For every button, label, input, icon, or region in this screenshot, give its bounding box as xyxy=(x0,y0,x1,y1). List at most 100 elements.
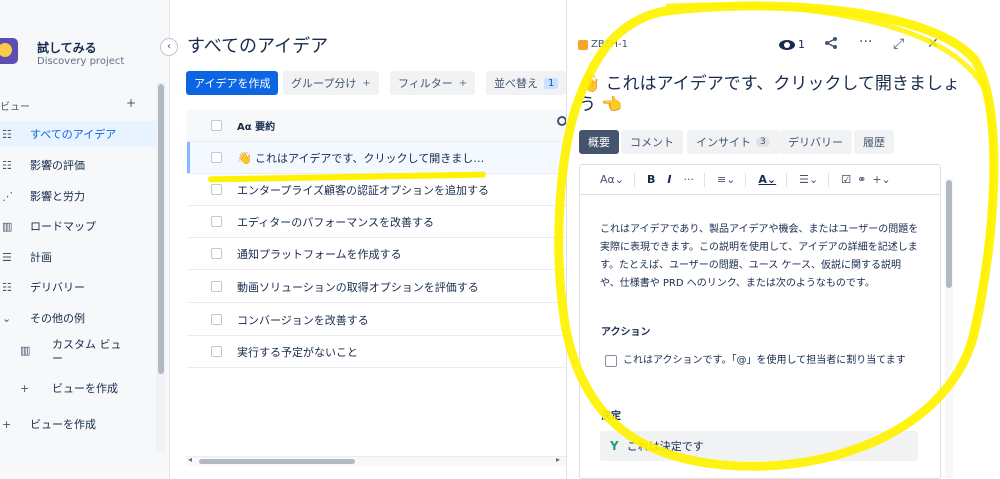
select-all-checkbox[interactable] xyxy=(211,120,222,131)
project-type: Discovery project xyxy=(37,56,125,67)
scroll-left-arrow-icon[interactable]: ◂ xyxy=(188,455,192,464)
sidebar-item-label: カスタム ビュ ー xyxy=(52,338,122,365)
row-checkbox[interactable] xyxy=(211,152,222,163)
row-summary[interactable]: 動画ソリューションの取得オプションを評価する xyxy=(237,279,479,295)
views-section-label: ビュー xyxy=(0,102,30,113)
description-text[interactable]: これはアイデアであり、製品アイデアや機会、またはユーザーの問題を実際に表現できま… xyxy=(600,221,920,293)
action-item-text[interactable]: これはアクションです。「@」を使用して担当者に割り当てます xyxy=(623,352,923,370)
table-row[interactable]: 動画ソリューションの取得オプションを評価する xyxy=(187,271,566,303)
sidebar-item-delivery[interactable]: ☷ デリバリー xyxy=(0,274,156,300)
sidebar-item-label: ビューを作成 xyxy=(52,382,118,395)
row-summary[interactable]: 通知プラットフォームを作成する xyxy=(237,246,402,262)
sidebar-item-label: 影響の評価 xyxy=(30,159,85,172)
action-checkbox[interactable] xyxy=(605,355,617,367)
list-icon: ☷ xyxy=(2,158,12,172)
sidebar-item-impact[interactable]: ☷ 影響の評価 xyxy=(0,152,156,178)
create-idea-button[interactable]: アイデアを作成 xyxy=(186,71,279,95)
idea-type-icon xyxy=(578,39,588,50)
sidebar-item-create-view-nested[interactable]: + ビューを作成 xyxy=(18,375,154,401)
scroll-right-arrow-icon[interactable]: ▸ xyxy=(556,455,560,464)
tab-label: 概要 xyxy=(588,136,610,149)
add-view-button[interactable]: + xyxy=(126,96,136,110)
sidebar-item-all-ideas[interactable]: ☷ すべてのアイデア xyxy=(0,121,156,147)
tab-overview[interactable]: 概要 xyxy=(579,130,619,154)
italic-button[interactable]: I xyxy=(667,173,671,186)
description-editor[interactable]: Aα⌄ B I ··· ≡⌄ A⌄ ☰⌄ ☑ ⚭ +⌄ これはアイデアであり、製… xyxy=(579,164,941,479)
list-dropdown[interactable]: ☰⌄ xyxy=(799,173,818,186)
plus-icon: + xyxy=(458,77,468,89)
action-item-icon[interactable]: ☑ xyxy=(841,173,851,186)
bold-button[interactable]: B xyxy=(647,173,655,186)
collapse-sidebar-button[interactable]: ‹ xyxy=(160,38,178,56)
table-scrollbar-thumb[interactable] xyxy=(199,459,355,464)
expand-icon[interactable]: ⤢ xyxy=(893,36,904,52)
more-formatting-button[interactable]: ··· xyxy=(683,173,694,186)
plus-icon: + xyxy=(20,381,30,395)
button-label: 並べ替え xyxy=(494,77,538,90)
sidebar-item-roadmap[interactable]: ▥ ロードマップ xyxy=(0,213,156,239)
sidebar-item-other-examples[interactable]: ⌄ その他の例 xyxy=(0,305,156,331)
project-name[interactable]: 試してみる xyxy=(37,39,97,56)
insert-dropdown[interactable]: +⌄ xyxy=(872,173,890,186)
row-checkbox[interactable] xyxy=(211,216,222,227)
text-color-dropdown[interactable]: A⌄ xyxy=(758,173,776,186)
tab-label: インサイト xyxy=(696,136,751,149)
row-summary[interactable]: コンバージョンを改善する xyxy=(237,312,369,328)
sidebar-item-label: デリバリー xyxy=(30,281,85,294)
idea-title[interactable]: 👋 これはアイデアです、クリックして開きましょう 👈 xyxy=(579,74,969,116)
table-row[interactable]: 通知プラットフォームを作成する xyxy=(187,238,566,270)
tab-delivery[interactable]: デリバリー xyxy=(779,130,852,154)
table-row[interactable]: コンバージョンを改善する xyxy=(187,304,566,336)
sidebar-item-plan[interactable]: ☰ 計画 xyxy=(0,244,156,270)
tab-comments[interactable]: コメント xyxy=(621,130,683,154)
wave-emoji-icon: 👋 xyxy=(237,150,252,165)
sidebar-item-label: すべてのアイデア xyxy=(30,128,117,141)
close-icon[interactable]: ✕ xyxy=(927,36,939,52)
row-summary[interactable]: 実行する予定がないこと xyxy=(237,344,358,360)
column-header-summary[interactable]: Aα 要約 xyxy=(237,118,275,133)
tab-label: デリバリー xyxy=(788,136,843,149)
scatter-icon: ⋰ xyxy=(2,189,13,203)
row-checkbox[interactable] xyxy=(211,346,222,357)
detail-scrollbar-thumb[interactable] xyxy=(946,180,952,288)
project-avatar[interactable] xyxy=(0,38,18,64)
table-row[interactable]: 実行する予定がないこと xyxy=(187,336,566,368)
row-summary[interactable]: エンタープライズ顧客の認証オプションを追加する xyxy=(237,182,489,198)
issue-key-link[interactable]: ZBFH-1 xyxy=(578,39,628,50)
row-checkbox[interactable] xyxy=(211,248,222,259)
toolbar-divider xyxy=(786,172,788,187)
selected-row-indicator xyxy=(187,142,190,173)
insight-count-badge: 3 xyxy=(756,137,770,147)
more-actions-icon[interactable]: ··· xyxy=(859,34,872,50)
sidebar-item-create-view[interactable]: + ビューを作成 xyxy=(0,411,156,437)
sidebar-item-custom-view[interactable]: ▥ カスタム ビュ ー xyxy=(18,338,154,372)
row-checkbox[interactable] xyxy=(211,184,222,195)
sidebar-item-label: その他の例 xyxy=(30,312,85,325)
filter-button[interactable]: フィルター + xyxy=(390,71,476,95)
action-heading: アクション xyxy=(601,327,651,338)
link-icon[interactable]: ⚭ xyxy=(857,173,866,186)
list-icon: ☷ xyxy=(2,280,12,294)
decision-text[interactable]: これは決定です xyxy=(627,438,704,454)
table-row[interactable]: 👋 これはアイデアです、クリックして開きまし… xyxy=(187,142,566,174)
group-by-button[interactable]: グループ分け + xyxy=(283,71,379,95)
row-checkbox[interactable] xyxy=(211,314,222,325)
watch-button[interactable]: 1 xyxy=(779,38,805,51)
row-summary[interactable]: これはアイデアです、クリックして開きまし… xyxy=(255,150,484,166)
sidebar-item-impact-effort[interactable]: ⋰ 影響と労力 xyxy=(0,183,156,209)
tab-history[interactable]: 履歴 xyxy=(854,130,894,154)
button-label: アイデアを作成 xyxy=(194,77,271,90)
decision-item[interactable]: Y これは決定です xyxy=(600,431,918,461)
alignment-dropdown[interactable]: ≡⌄ xyxy=(717,173,735,186)
tab-insights[interactable]: インサイト 3 xyxy=(687,130,779,154)
sidebar-scrollbar-thumb[interactable] xyxy=(158,84,164,374)
row-checkbox[interactable] xyxy=(211,281,222,292)
table-row[interactable]: エディターのパフォーマンスを改善する xyxy=(187,206,566,238)
text-style-dropdown[interactable]: Aα⌄ xyxy=(600,173,624,186)
page-title: すべてのアイデア xyxy=(187,36,329,57)
editor-toolbar: Aα⌄ B I ··· ≡⌄ A⌄ ☰⌄ ☑ ⚭ +⌄ xyxy=(580,165,940,195)
decision-icon: Y xyxy=(610,439,619,453)
share-icon[interactable] xyxy=(824,36,838,54)
row-summary[interactable]: エディターのパフォーマンスを改善する xyxy=(237,214,434,230)
sort-button[interactable]: 並べ替え 1 xyxy=(486,71,566,95)
